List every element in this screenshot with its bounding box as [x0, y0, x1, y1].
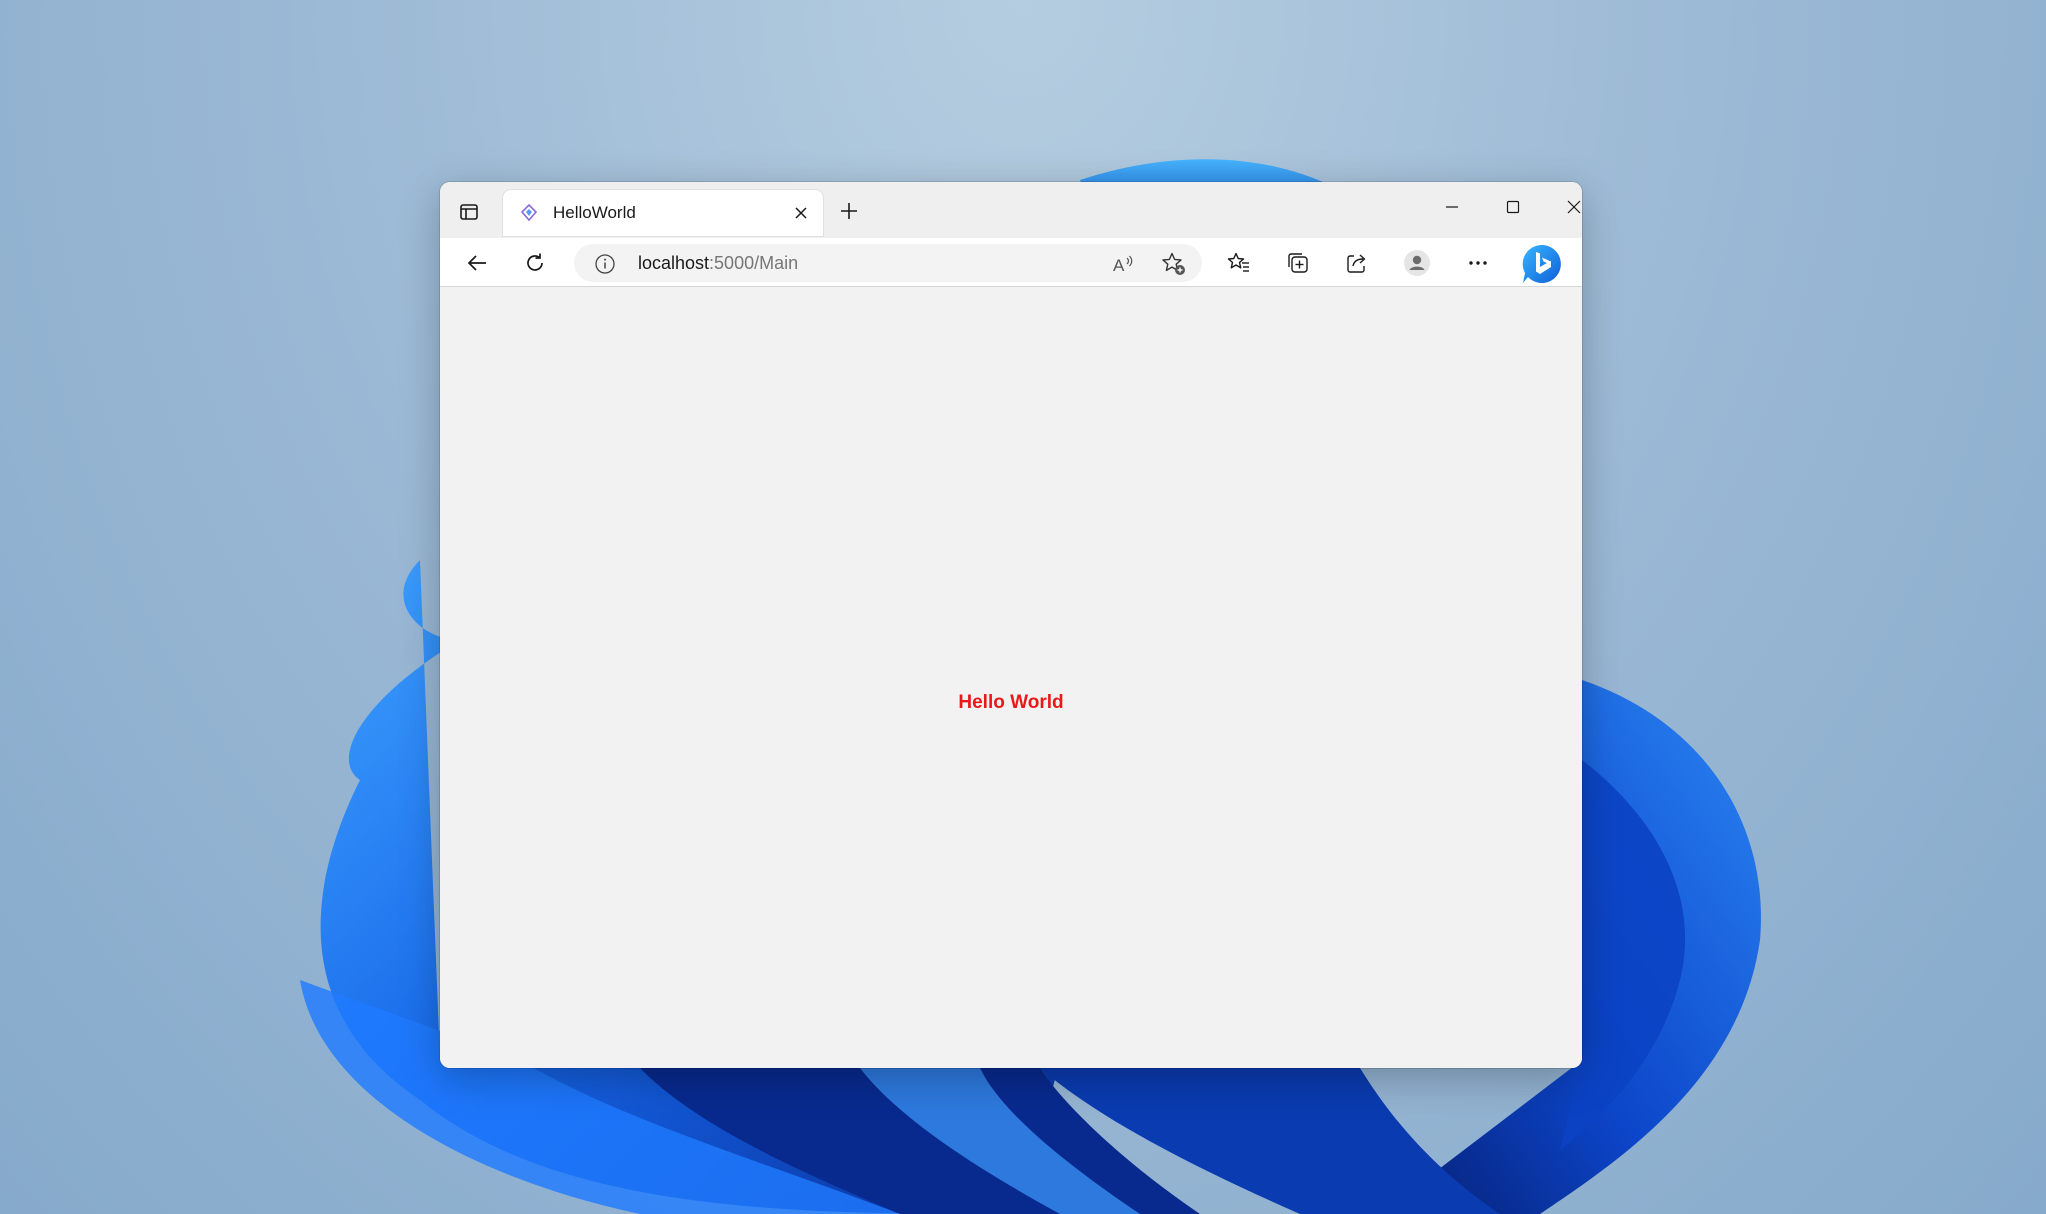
favorites-icon: [1227, 252, 1249, 272]
maximize-button[interactable]: [1490, 190, 1536, 224]
title-bar: HelloWorld: [440, 182, 1582, 238]
tab-close-button[interactable]: [791, 203, 811, 223]
add-favorite-button[interactable]: [1160, 250, 1188, 278]
tab-actions-icon: [460, 204, 478, 220]
share-button[interactable]: [1340, 246, 1374, 280]
url-path: :5000/Main: [709, 253, 799, 273]
address-bar[interactable]: localhost:5000/Main A: [574, 244, 1202, 282]
close-icon: [1567, 200, 1581, 214]
more-icon: [1469, 261, 1487, 265]
read-aloud-icon: A: [1113, 255, 1133, 275]
navigation-toolbar: localhost:5000/Main A: [440, 238, 1582, 287]
bing-copilot-button[interactable]: [1520, 242, 1564, 286]
collections-button[interactable]: [1281, 246, 1315, 280]
read-aloud-button[interactable]: A: [1110, 251, 1136, 277]
tab-actions-button[interactable]: [454, 197, 484, 227]
refresh-button[interactable]: [518, 246, 552, 280]
back-button[interactable]: [460, 246, 494, 280]
tab-active[interactable]: HelloWorld: [503, 190, 823, 236]
page-content: Hello World: [440, 287, 1582, 1068]
more-options-button[interactable]: [1461, 246, 1495, 280]
refresh-icon: [527, 253, 543, 271]
url-host: localhost: [638, 253, 710, 273]
info-icon[interactable]: [594, 253, 616, 275]
desktop: HelloWorld localhost:5000/Main A Hello W…: [0, 0, 2046, 1214]
back-icon: [467, 255, 486, 271]
minimize-icon: [1446, 206, 1458, 208]
profile-icon: [1404, 250, 1430, 276]
hello-message: Hello World: [958, 691, 1064, 713]
profile-button[interactable]: [1400, 246, 1434, 280]
svg-text:A: A: [1113, 256, 1125, 275]
add-favorite-icon: [1162, 252, 1185, 275]
close-window-button[interactable]: [1551, 190, 1582, 224]
tab-title: HelloWorld: [553, 203, 636, 222]
browser-window: HelloWorld localhost:5000/Main A Hello W…: [440, 182, 1582, 1068]
favorites-button[interactable]: [1222, 246, 1256, 280]
plus-icon: [841, 203, 857, 219]
maximize-icon: [1506, 200, 1520, 214]
blazor-icon: [520, 203, 538, 222]
url-text[interactable]: localhost:5000/Main: [638, 252, 798, 274]
minimize-button[interactable]: [1429, 190, 1475, 224]
share-icon: [1347, 254, 1366, 273]
bing-copilot-icon: [1522, 244, 1561, 283]
new-tab-button[interactable]: [834, 196, 864, 226]
close-icon: [795, 207, 807, 219]
hello-container: Hello World: [440, 287, 1582, 1068]
collections-icon: [1288, 253, 1308, 273]
